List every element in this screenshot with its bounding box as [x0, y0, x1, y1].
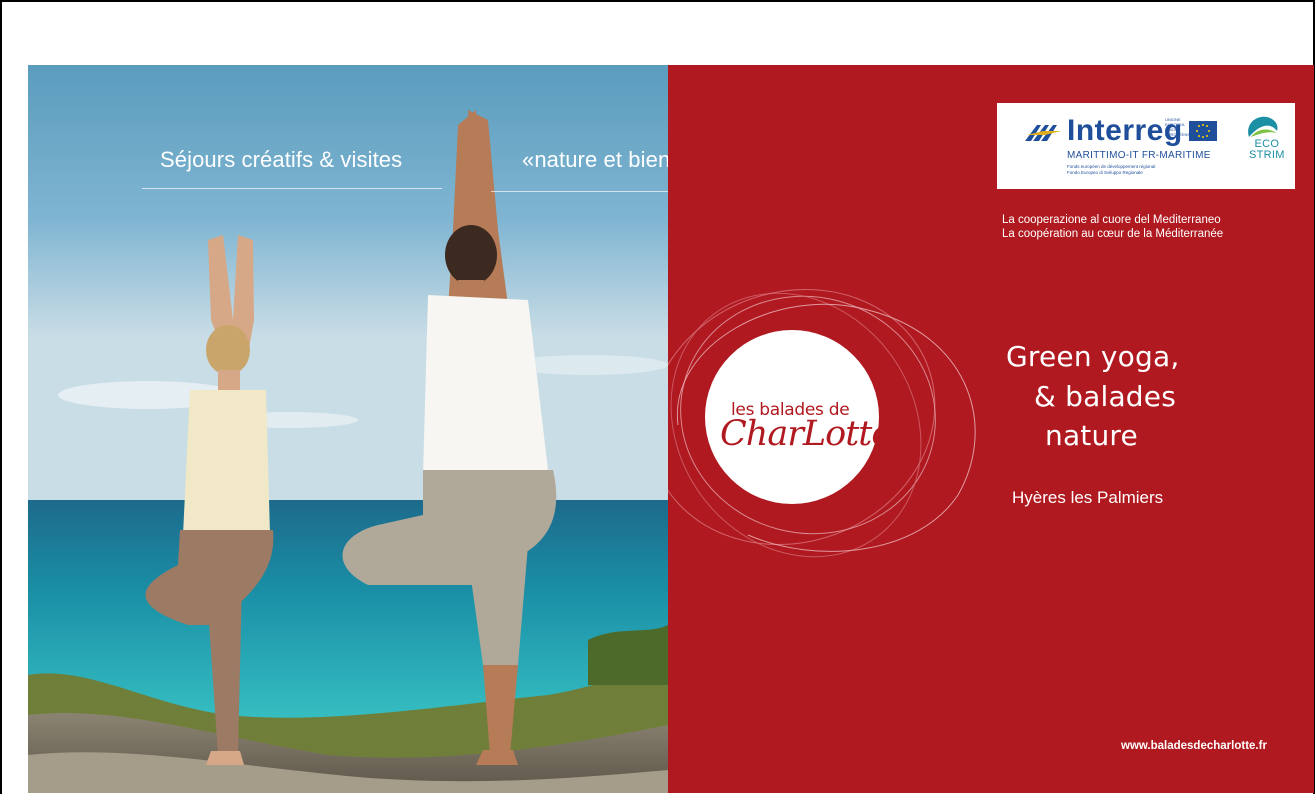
- title-line-3: nature: [1045, 419, 1138, 452]
- promo-slide: Séjours créatifs & visites «nature et bi…: [28, 65, 1314, 793]
- interreg-fund-it: Fondo Europeo di Sviluppo Regionale: [1067, 170, 1143, 175]
- eu-flag-icon: [1189, 121, 1217, 141]
- title-line-1: Green yoga,: [1006, 340, 1180, 373]
- headline-underline-left: [142, 188, 442, 189]
- interreg-wings-icon: [1025, 125, 1061, 141]
- interreg-program: MARITTIMO-IT FR-MARITIME: [1067, 150, 1211, 161]
- headline-left: Séjours créatifs & visites: [160, 147, 403, 172]
- headline-right: «nature et bien être»: [522, 147, 668, 172]
- ecostrim-strim: STRIM: [1249, 149, 1285, 161]
- yoga-photo: Séjours créatifs & visites «nature et bi…: [28, 65, 668, 793]
- tagline-french: La coopération au cœur de la Méditerrané…: [1002, 228, 1224, 240]
- headline-underline-right: [491, 191, 668, 192]
- interreg-logo-box: Interreg UNIONE EUROPEA UNION EUROPÉENNE…: [997, 103, 1295, 189]
- info-panel: Interreg UNIONE EUROPEA UNION EUROPÉENNE…: [668, 65, 1314, 793]
- logo-script-text: CharLotte: [720, 414, 892, 454]
- title-line-2: & balades: [1034, 380, 1176, 413]
- eu-fine-print: UNIONE EUROPEA UNION EUROPÉENNE: [1165, 117, 1194, 137]
- tagline-italian: La cooperazione al cuore del Mediterrane…: [1002, 214, 1221, 226]
- yoga-beach-illustration: [28, 65, 668, 793]
- slide-frame: Séjours créatifs & visites «nature et bi…: [0, 0, 1315, 794]
- ecostrim-wave-icon: [1248, 116, 1278, 137]
- ecostrim-wordmark: ECO STRIM: [1249, 139, 1285, 161]
- city-name: Hyères les Palmiers: [1012, 488, 1164, 507]
- website-link[interactable]: www.baladesdecharlotte.fr: [1121, 740, 1267, 752]
